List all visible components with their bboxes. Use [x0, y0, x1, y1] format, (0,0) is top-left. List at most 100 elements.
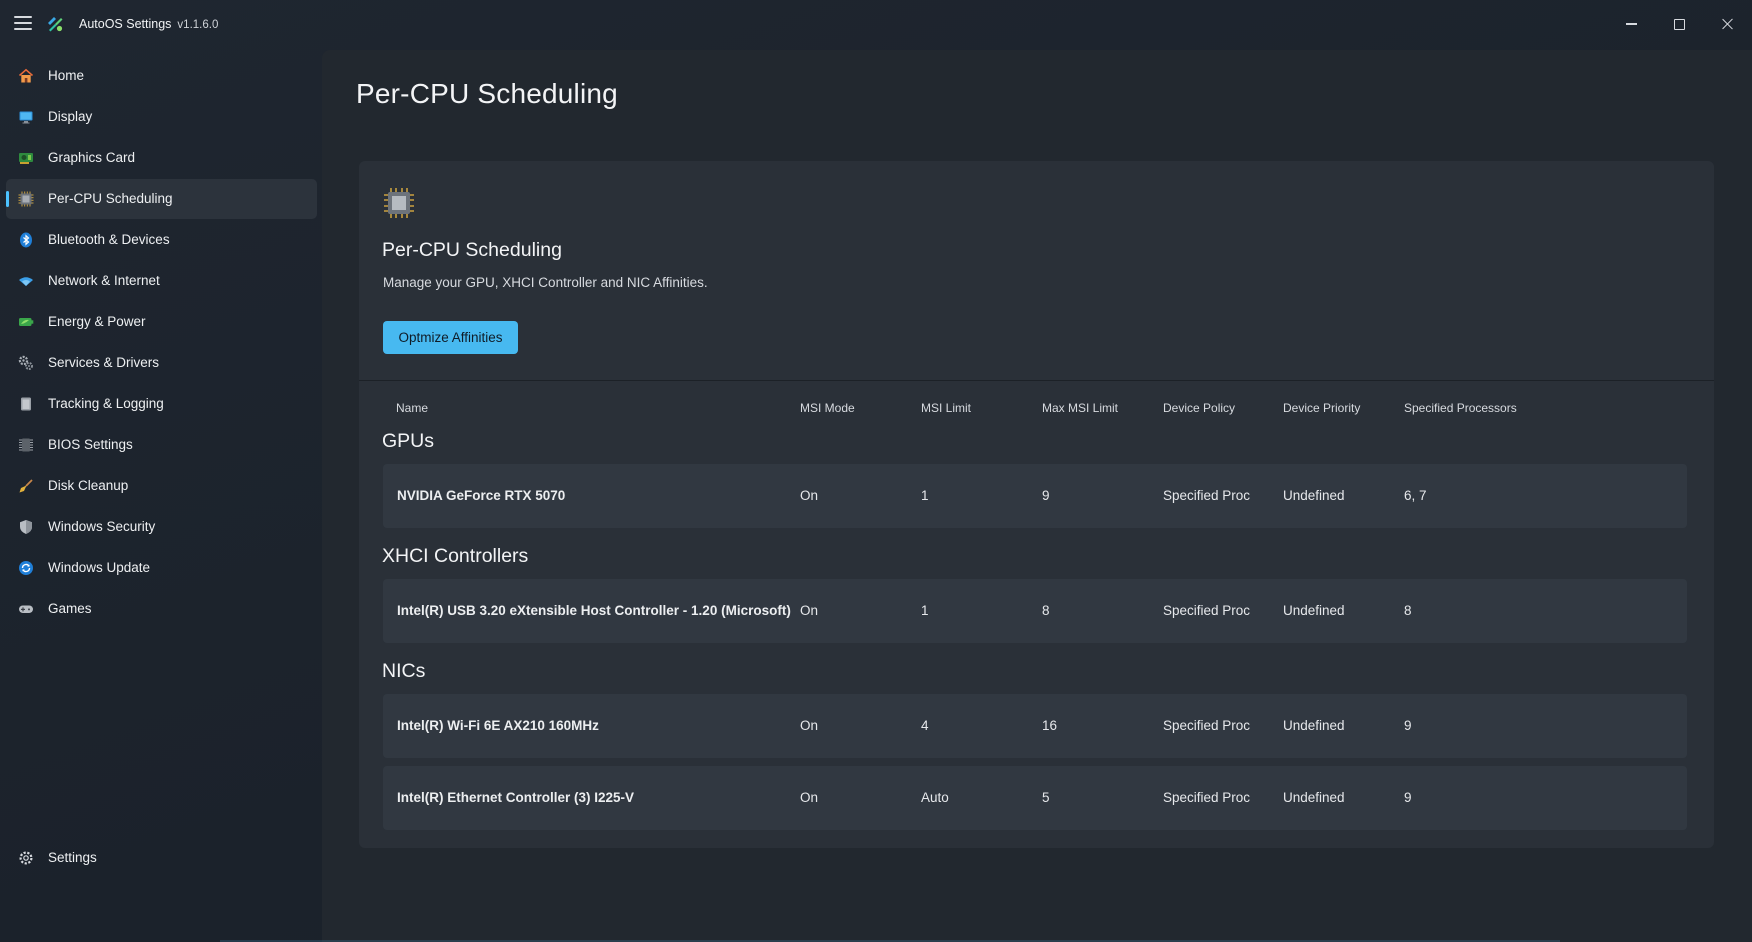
sidebar: Home Display Graphics Card Per-CPU Sched…	[0, 48, 322, 942]
max-msi-limit: 8	[1042, 603, 1050, 618]
device-policy: Specified Proc	[1163, 790, 1251, 805]
column-header-max-msi-limit: Max MSI Limit	[1042, 401, 1119, 415]
bluetooth-icon	[18, 232, 34, 248]
wifi-icon	[18, 273, 34, 289]
sidebar-item-label: Network & Internet	[48, 273, 160, 288]
battery-icon	[18, 314, 34, 330]
column-header-specified-processors: Specified Processors	[1404, 401, 1517, 415]
device-policy: Specified Proc	[1163, 603, 1251, 618]
title-bar: AutoOS Settings v1.1.6.0	[0, 0, 1752, 48]
maximize-icon	[1673, 18, 1685, 30]
page-title: Per-CPU Scheduling	[356, 78, 618, 109]
sidebar-item-label: Games	[48, 601, 92, 616]
home-icon	[18, 68, 34, 84]
sidebar-item-label: Per-CPU Scheduling	[48, 191, 173, 206]
clipboard-icon	[18, 396, 34, 412]
sidebar-item-bluetooth-devices[interactable]: Bluetooth & Devices	[6, 220, 317, 260]
sidebar-item-label: BIOS Settings	[48, 437, 133, 452]
table-row[interactable]: NVIDIA GeForce RTX 5070 On 1 9 Specified…	[383, 464, 1687, 528]
hamburger-menu-icon[interactable]	[14, 14, 32, 32]
sidebar-item-label: Graphics Card	[48, 150, 136, 165]
graphics-card-icon	[18, 150, 34, 166]
app-version: v1.1.6.0	[177, 19, 219, 31]
max-msi-limit: 16	[1042, 718, 1058, 733]
sidebar-item-games[interactable]: Games	[6, 589, 317, 629]
msi-limit: 1	[921, 488, 929, 503]
device-priority: Undefined	[1283, 603, 1345, 618]
section-title-nics: NICs	[382, 660, 426, 682]
table-row[interactable]: Intel(R) USB 3.20 eXtensible Host Contro…	[383, 579, 1687, 643]
gamepad-icon	[18, 601, 34, 617]
device-priority: Undefined	[1283, 790, 1345, 805]
table-row[interactable]: Intel(R) Wi-Fi 6E AX210 160MHz On 4 16 S…	[383, 694, 1687, 758]
device-priority: Undefined	[1283, 718, 1345, 733]
msi-mode: On	[800, 718, 819, 733]
sidebar-item-label: Energy & Power	[48, 314, 146, 329]
card-header: Per-CPU Scheduling Manage your GPU, XHCI…	[359, 161, 1714, 381]
shield-icon	[18, 519, 34, 535]
column-header-msi-mode: MSI Mode	[800, 401, 855, 415]
specified-processors: 9	[1404, 790, 1412, 805]
sidebar-item-label: Settings	[48, 850, 97, 865]
sidebar-item-windows-security[interactable]: Windows Security	[6, 507, 317, 547]
section-title-gpus: GPUs	[382, 430, 435, 452]
monitor-icon	[18, 109, 34, 125]
sidebar-item-network-internet[interactable]: Network & Internet	[6, 261, 317, 301]
specified-processors: 6, 7	[1404, 488, 1427, 503]
sidebar-item-tracking-logging[interactable]: Tracking & Logging	[6, 384, 317, 424]
close-icon	[1721, 18, 1733, 30]
column-header-device-policy: Device Policy	[1163, 401, 1236, 415]
device-name: Intel(R) Ethernet Controller (3) I225-V	[397, 790, 635, 805]
max-msi-limit: 5	[1042, 790, 1050, 805]
device-name: Intel(R) USB 3.20 eXtensible Host Contro…	[397, 603, 791, 618]
minimize-icon	[1625, 23, 1637, 25]
maximize-button[interactable]	[1655, 0, 1703, 48]
msi-limit: Auto	[921, 790, 949, 805]
scheduling-card: Per-CPU Scheduling Manage your GPU, XHCI…	[359, 161, 1714, 848]
update-icon	[18, 560, 34, 576]
optimize-affinities-button[interactable]: Optmize Affinities	[383, 321, 518, 354]
sidebar-item-settings[interactable]: Settings	[6, 838, 317, 878]
main-content: Per-CPU Scheduling Per-CPU Scheduling Ma…	[322, 50, 1752, 942]
sidebar-item-graphics-card[interactable]: Graphics Card	[6, 138, 317, 178]
device-policy: Specified Proc	[1163, 718, 1251, 733]
column-header-msi-limit: MSI Limit	[921, 401, 972, 415]
msi-mode: On	[800, 488, 819, 503]
msi-mode: On	[800, 790, 819, 805]
app-logo-icon	[48, 17, 63, 32]
column-header-name: Name	[396, 401, 429, 415]
sidebar-item-disk-cleanup[interactable]: Disk Cleanup	[6, 466, 317, 506]
sidebar-item-label: Home	[48, 68, 85, 83]
table-row[interactable]: Intel(R) Ethernet Controller (3) I225-V …	[383, 766, 1687, 830]
broom-icon	[18, 478, 34, 494]
sidebar-item-label: Disk Cleanup	[48, 478, 129, 493]
sidebar-item-display[interactable]: Display	[6, 97, 317, 137]
sidebar-item-per-cpu-scheduling[interactable]: Per-CPU Scheduling	[6, 179, 317, 219]
sidebar-item-windows-update[interactable]: Windows Update	[6, 548, 317, 588]
gear-icon	[18, 850, 34, 866]
sidebar-item-home[interactable]: Home	[6, 56, 317, 96]
sidebar-item-services-drivers[interactable]: Services & Drivers	[6, 343, 317, 383]
cpu-icon	[18, 191, 34, 207]
column-header-device-priority: Device Priority	[1283, 401, 1361, 415]
max-msi-limit: 9	[1042, 488, 1050, 503]
cpu-icon	[384, 188, 414, 218]
specified-processors: 8	[1404, 603, 1412, 618]
sidebar-item-bios-settings[interactable]: BIOS Settings	[6, 425, 317, 465]
minimize-button[interactable]	[1607, 0, 1655, 48]
device-policy: Specified Proc	[1163, 488, 1251, 503]
app-window: AutoOS Settings v1.1.6.0 Home Display Gra…	[0, 0, 1752, 942]
sidebar-item-energy-power[interactable]: Energy & Power	[6, 302, 317, 342]
msi-limit: 1	[921, 603, 929, 618]
specified-processors: 9	[1404, 718, 1412, 733]
gears-icon	[18, 355, 34, 371]
section-title-xhci-controllers: XHCI Controllers	[382, 545, 529, 567]
sidebar-item-label: Tracking & Logging	[48, 396, 164, 411]
app-title: AutoOS Settings v1.1.6.0	[79, 17, 219, 31]
msi-mode: On	[800, 603, 819, 618]
msi-limit: 4	[921, 718, 929, 733]
sidebar-item-label: Display	[48, 109, 93, 124]
close-button[interactable]	[1703, 0, 1751, 48]
sidebar-item-label: Services & Drivers	[48, 355, 160, 370]
card-description: Manage your GPU, XHCI Controller and NIC…	[383, 275, 708, 290]
